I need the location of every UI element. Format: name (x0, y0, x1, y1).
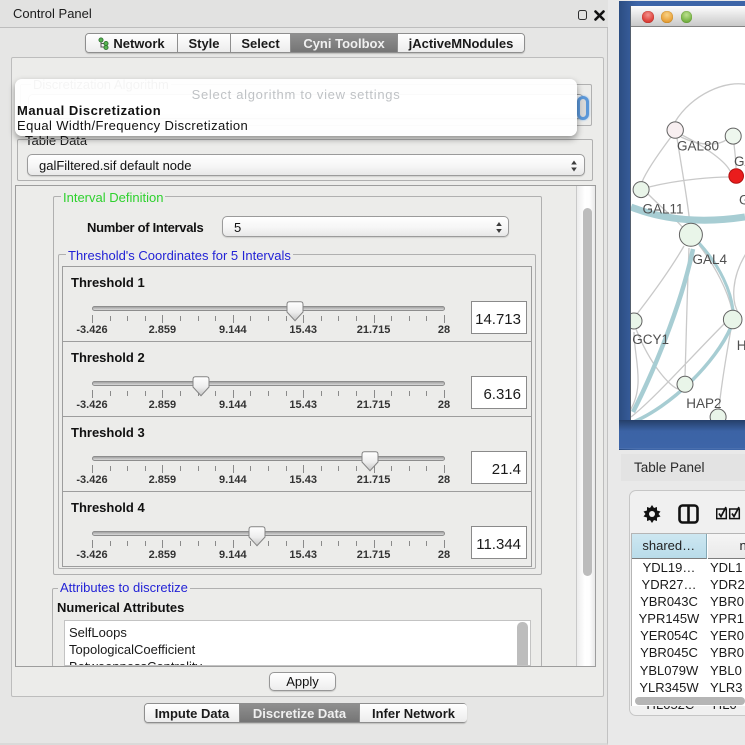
svg-text:HAP2: HAP2 (686, 396, 721, 411)
svg-text:GAL80: GAL80 (677, 139, 719, 154)
svg-text:GCY1: GCY1 (632, 332, 669, 347)
svg-text:GA: GA (734, 154, 745, 169)
svg-text:H: H (737, 338, 745, 353)
svg-text:GAL4: GAL4 (693, 252, 728, 267)
svg-text:GAL11: GAL11 (643, 202, 684, 217)
svg-text:G: G (739, 193, 745, 208)
